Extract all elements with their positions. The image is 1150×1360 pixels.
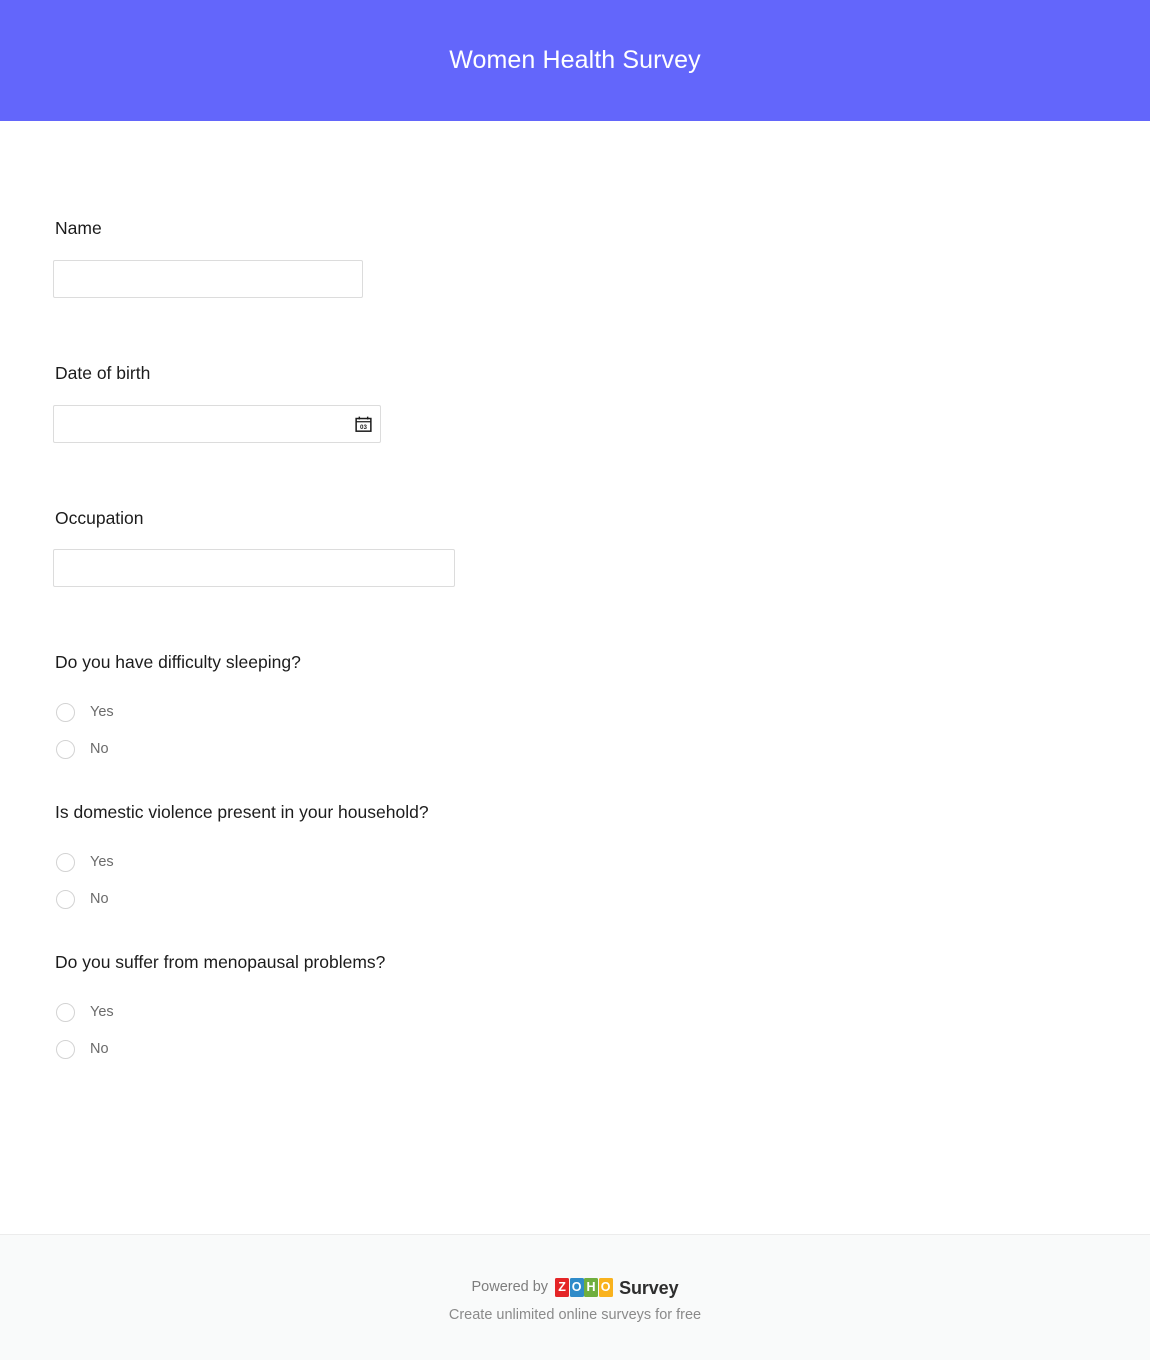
question-label-date-of-birth: Date of birth: [55, 362, 151, 383]
radio-option-label: Yes: [90, 1003, 114, 1020]
question-label-occupation: Occupation: [55, 507, 144, 528]
zoho-letter-o2: O: [598, 1278, 613, 1297]
question-domestic-violence: Is domestic violence present in your hou…: [53, 801, 1150, 918]
radio-circle-icon[interactable]: [56, 1039, 75, 1059]
radio-option-label: No: [90, 741, 109, 758]
radio-option-no[interactable]: No: [53, 881, 1150, 918]
product-name: Survey: [619, 1277, 679, 1298]
radio-option-no[interactable]: No: [53, 1031, 1150, 1068]
radio-option-no[interactable]: No: [53, 731, 1150, 768]
radio-option-yes[interactable]: Yes: [53, 994, 1150, 1031]
survey-form: Name Date of birth 03 Occupation Do you …: [0, 121, 1150, 1234]
radio-option-label: No: [90, 891, 109, 907]
page-title: Women Health Survey: [449, 46, 701, 74]
question-label-name: Name: [55, 218, 102, 238]
occupation-input[interactable]: [53, 549, 455, 588]
zoho-letter-h: H: [584, 1278, 599, 1297]
question-menopausal-problems: Do you suffer from menopausal problems? …: [53, 951, 1150, 1068]
date-of-birth-input[interactable]: [53, 404, 381, 443]
calendar-icon-day: 03: [360, 423, 367, 430]
radio-circle-icon[interactable]: [56, 889, 75, 909]
radio-option-label: No: [90, 1040, 109, 1057]
question-occupation: Occupation: [53, 507, 1150, 588]
radio-option-label: Yes: [90, 704, 114, 721]
radio-option-label: Yes: [90, 854, 114, 870]
radio-option-yes[interactable]: Yes: [53, 694, 1150, 731]
zoho-letter-z: Z: [555, 1278, 570, 1297]
options-list-difficulty-sleeping: Yes No: [53, 694, 1150, 768]
name-input[interactable]: [53, 259, 363, 298]
powered-by-text: Powered by: [471, 1279, 549, 1296]
radio-circle-icon[interactable]: [56, 1002, 75, 1022]
survey-footer: Powered by Z O H O Survey Create unlimit…: [0, 1235, 1150, 1360]
question-label-difficulty-sleeping: Do you have difficulty sleeping?: [55, 652, 301, 673]
options-list-domestic-violence: Yes No: [53, 844, 1150, 918]
question-label-domestic-violence: Is domestic violence present in your hou…: [55, 802, 429, 822]
question-label-menopausal-problems: Do you suffer from menopausal problems?: [55, 951, 386, 972]
radio-circle-icon[interactable]: [56, 852, 75, 872]
zoho-letter-o1: O: [569, 1278, 584, 1297]
footer-tagline: Create unlimited online surveys for free: [448, 1307, 702, 1323]
survey-header: Women Health Survey: [0, 0, 1150, 121]
question-difficulty-sleeping: Do you have difficulty sleeping? Yes No: [53, 651, 1150, 768]
radio-circle-icon[interactable]: [56, 703, 75, 722]
options-list-menopausal-problems: Yes No: [53, 994, 1150, 1068]
powered-by-line: Powered by Z O H O Survey: [471, 1277, 679, 1298]
calendar-icon[interactable]: 03: [355, 415, 372, 432]
radio-circle-icon[interactable]: [56, 740, 75, 759]
zoho-logo[interactable]: Z O H O: [555, 1278, 613, 1297]
question-name: Name: [53, 217, 1150, 298]
radio-option-yes[interactable]: Yes: [53, 844, 1150, 881]
date-input-wrapper: 03: [53, 404, 381, 443]
question-date-of-birth: Date of birth 03: [53, 362, 1150, 443]
